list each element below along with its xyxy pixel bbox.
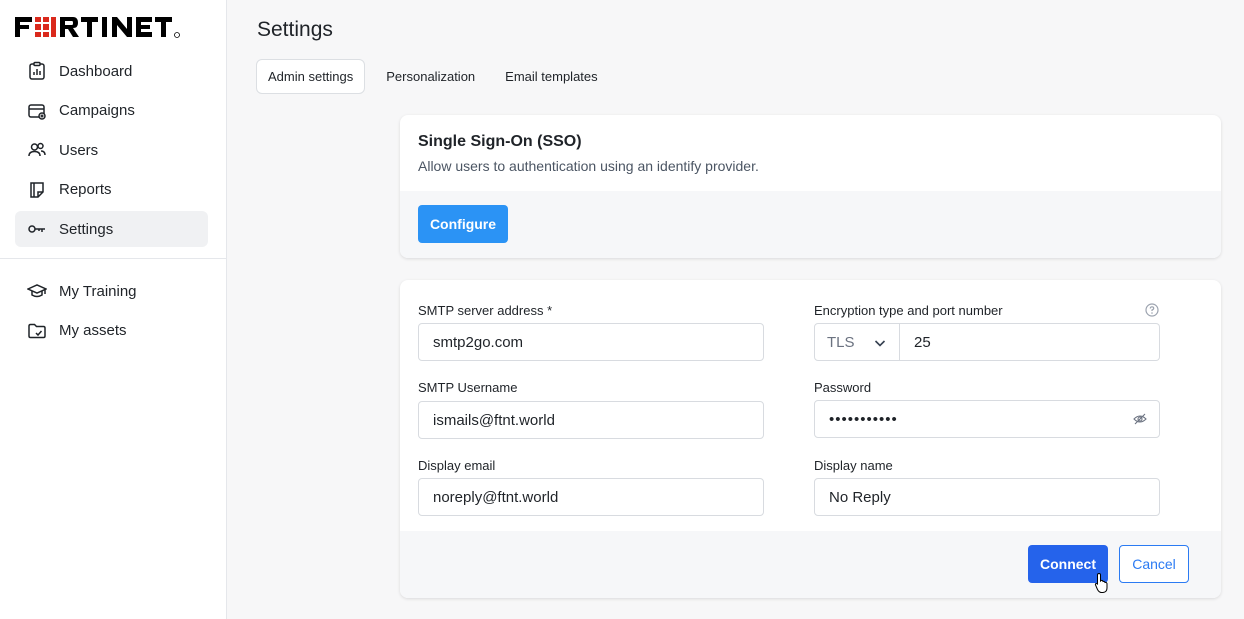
sidebar-item-users[interactable]: Users <box>15 132 208 168</box>
sidebar: Dashboard Campaigns Users Reports Settin… <box>0 0 227 619</box>
nav-divider <box>0 258 226 259</box>
sidebar-item-label: Settings <box>59 220 114 238</box>
sidebar-item-label: Users <box>59 141 99 159</box>
sidebar-item-label: My assets <box>59 322 127 340</box>
reports-icon <box>26 179 48 201</box>
sidebar-item-label: Reports <box>59 181 112 199</box>
sidebar-item-settings[interactable]: Settings <box>15 211 208 248</box>
secondary-nav: My Training My assets <box>15 273 208 352</box>
password-input[interactable]: ••••••••••• <box>814 400 1160 438</box>
folder-icon <box>26 320 48 342</box>
password-label: Password <box>814 380 872 395</box>
configure-button[interactable]: Configure <box>418 205 508 243</box>
sso-card-footer: Configure <box>400 191 1221 258</box>
sidebar-item-campaigns[interactable]: Campaigns <box>15 93 208 129</box>
encryption-type-value: TLS <box>827 333 855 351</box>
logo-wordmark <box>15 17 180 38</box>
eye-off-icon[interactable] <box>1133 412 1147 426</box>
campaigns-icon <box>26 100 48 122</box>
smtp-server-label: SMTP server address * <box>418 303 553 318</box>
encryption-type-select[interactable]: TLS <box>814 323 900 361</box>
smtp-username-input[interactable]: ismails@ftnt.world <box>418 401 764 439</box>
display-email-input[interactable]: noreply@ftnt.world <box>418 478 764 516</box>
graduation-cap-icon <box>26 280 48 302</box>
smtp-username-label: SMTP Username <box>418 380 518 395</box>
display-name-input[interactable]: No Reply <box>814 478 1160 516</box>
port-input[interactable]: 25 <box>900 323 1160 361</box>
smtp-card: SMTP server address * smtp2go.com Encryp… <box>400 280 1221 598</box>
tab-email-templates[interactable]: Email templates <box>494 59 608 94</box>
key-icon <box>26 218 48 240</box>
sidebar-item-dashboard[interactable]: Dashboard <box>15 53 208 89</box>
sso-title: Single Sign-On (SSO) <box>418 133 582 150</box>
encryption-label: Encryption type and port number <box>814 303 1003 318</box>
smtp-server-input[interactable]: smtp2go.com <box>418 323 764 361</box>
sidebar-item-label: My Training <box>59 282 137 300</box>
chevron-down-icon <box>874 340 886 347</box>
sso-card: Single Sign-On (SSO) Allow users to auth… <box>400 115 1221 258</box>
sidebar-item-my-training[interactable]: My Training <box>15 273 208 309</box>
cancel-button[interactable]: Cancel <box>1119 545 1189 583</box>
settings-tabs: Admin settings Personalization Email tem… <box>256 59 609 94</box>
page-title: Settings <box>257 18 333 41</box>
hand-cursor-icon <box>1094 572 1108 593</box>
sidebar-item-reports[interactable]: Reports <box>15 172 208 208</box>
users-icon <box>26 139 48 161</box>
display-email-label: Display email <box>418 458 496 473</box>
sso-description: Allow users to authentication using an i… <box>418 158 759 174</box>
tab-personalization[interactable]: Personalization <box>375 59 486 94</box>
fortinet-logo[interactable] <box>15 14 210 40</box>
smtp-card-footer: Connect Cancel <box>400 531 1221 598</box>
display-name-label: Display name <box>814 458 893 473</box>
sidebar-item-label: Dashboard <box>59 62 133 80</box>
sidebar-item-my-assets[interactable]: My assets <box>15 313 208 349</box>
primary-nav: Dashboard Campaigns Users Reports Settin… <box>15 53 208 251</box>
help-icon[interactable] <box>1145 303 1159 317</box>
tab-admin-settings[interactable]: Admin settings <box>256 59 366 94</box>
sidebar-item-label: Campaigns <box>59 102 135 120</box>
password-value: ••••••••••• <box>829 410 898 428</box>
dashboard-icon <box>26 60 48 82</box>
